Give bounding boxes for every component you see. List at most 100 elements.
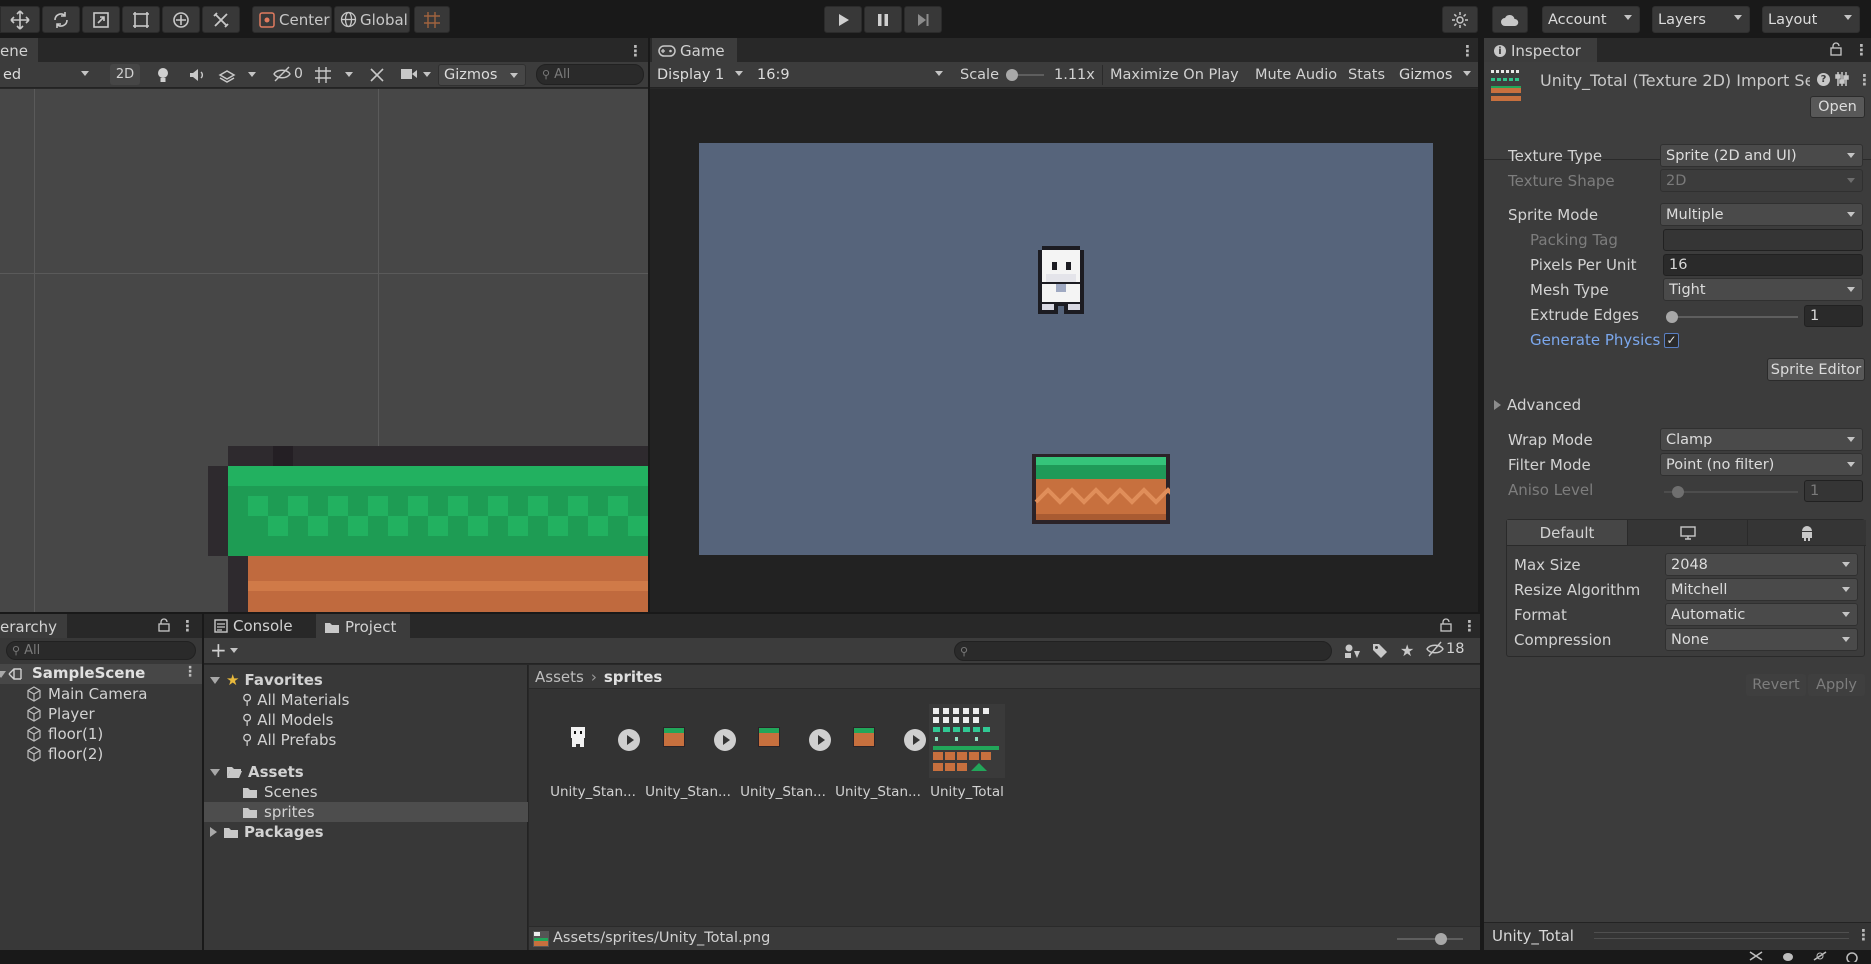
breadcrumb-root[interactable]: Assets [535, 668, 584, 686]
favorite-button[interactable]: ★ [1400, 641, 1414, 660]
more-menu-icon[interactable]: ⋮ [628, 42, 643, 60]
more-menu-icon[interactable]: ⋮ [1857, 71, 1871, 89]
toggle-2d-button[interactable]: 2D [110, 64, 140, 85]
scene-tools-toggle[interactable] [368, 66, 386, 84]
open-button[interactable]: Open [1810, 96, 1865, 118]
advanced-foldout[interactable]: Advanced [1494, 396, 1581, 414]
custom-tool-button[interactable] [202, 6, 240, 33]
preset-icon[interactable] [1835, 71, 1849, 87]
lock-icon[interactable] [1440, 618, 1452, 632]
tab-inspector[interactable]: i Inspector [1484, 38, 1597, 62]
expand-sprite-button[interactable] [809, 729, 831, 751]
stats-toggle[interactable]: Stats [1348, 63, 1385, 87]
platform-tab-standalone[interactable] [1627, 520, 1747, 546]
asset-thumb[interactable] [560, 722, 596, 752]
filter-by-type-button[interactable] [1344, 643, 1361, 659]
shading-mode-dropdown[interactable]: ed [0, 63, 96, 86]
account-dropdown[interactable]: Account [1542, 6, 1640, 33]
folder-item[interactable]: Scenes [242, 782, 318, 802]
thumbnail-size-slider[interactable] [1397, 933, 1463, 945]
lock-icon[interactable] [1830, 42, 1842, 56]
more-menu-icon[interactable]: ⋮ [1856, 926, 1871, 944]
game-viewport[interactable] [699, 143, 1433, 555]
ppu-input[interactable]: 16 [1663, 254, 1863, 276]
folder-item-selected[interactable]: sprites [204, 802, 528, 822]
grid-dropdown-icon[interactable] [345, 72, 353, 77]
extrude-slider-thumb[interactable] [1666, 311, 1678, 323]
favorites-item[interactable]: ⚲ All Materials [242, 690, 349, 710]
project-search-input[interactable]: ⚲ [954, 641, 1332, 661]
scale-tool-button[interactable] [82, 6, 120, 33]
tab-scene[interactable]: ene [0, 38, 38, 62]
asset-thumb[interactable] [846, 722, 882, 752]
rotate-tool-button[interactable] [42, 6, 80, 33]
asset-thumb[interactable] [656, 722, 692, 752]
tab-project[interactable]: Project [316, 614, 411, 638]
snap-grid-button[interactable] [414, 6, 450, 33]
aspect-dropdown[interactable]: 16:9 [752, 63, 950, 86]
lock-icon[interactable] [158, 618, 170, 632]
expand-sprite-button[interactable] [618, 729, 640, 751]
resize-algorithm-dropdown[interactable]: Mitchell [1665, 578, 1858, 601]
scene-gizmos-dropdown[interactable]: Gizmos [438, 64, 526, 86]
revert-button[interactable]: Revert [1746, 674, 1806, 696]
sprite-mode-dropdown[interactable]: Multiple [1660, 203, 1863, 226]
mesh-type-dropdown[interactable]: Tight [1663, 278, 1863, 301]
scene-search-input[interactable]: ⚲ All [536, 64, 644, 85]
extrude-slider[interactable] [1666, 311, 1798, 323]
lighting-toggle[interactable] [155, 66, 171, 84]
hierarchy-item[interactable]: Player [26, 704, 95, 724]
maximize-on-play-toggle[interactable]: Maximize On Play [1110, 63, 1239, 87]
asset-thumb[interactable] [751, 722, 787, 752]
pause-button[interactable] [864, 6, 902, 33]
play-button[interactable] [824, 6, 862, 33]
max-size-dropdown[interactable]: 2048 [1665, 553, 1858, 576]
more-menu-icon[interactable]: ⋮ [183, 664, 197, 680]
sprite-editor-button[interactable]: Sprite Editor [1767, 358, 1865, 381]
preview-drag-handle[interactable] [1594, 932, 1849, 939]
pivot-center-button[interactable]: Center [252, 6, 332, 33]
packing-tag-input[interactable] [1663, 229, 1863, 251]
game-gizmos-dropdown[interactable]: Gizmos [1394, 63, 1478, 86]
effects-toggle[interactable] [218, 66, 236, 84]
hidden-packages-toggle[interactable]: 18 [1426, 641, 1464, 657]
breadcrumb-current[interactable]: sprites [604, 668, 662, 686]
scale-slider-thumb[interactable] [1006, 69, 1018, 81]
format-dropdown[interactable]: Automatic [1665, 603, 1858, 626]
favorites-item[interactable]: ⚲ All Prefabs [242, 730, 336, 750]
extrude-input[interactable]: 1 [1804, 305, 1863, 327]
expand-sprite-button[interactable] [714, 729, 736, 751]
compression-dropdown[interactable]: None [1665, 628, 1858, 651]
camera-toggle[interactable] [400, 67, 431, 81]
create-button[interactable]: + [210, 640, 238, 660]
more-menu-icon[interactable]: ⋮ [180, 617, 195, 635]
debug-icon[interactable] [1748, 950, 1764, 962]
bug-icon[interactable] [1780, 950, 1796, 962]
apply-button[interactable]: Apply [1808, 674, 1865, 696]
wrap-mode-dropdown[interactable]: Clamp [1660, 428, 1863, 451]
cache-icon[interactable] [1844, 950, 1860, 962]
favorites-foldout[interactable]: ★ Favorites [210, 670, 323, 690]
asset-thumb-selected[interactable] [929, 704, 1005, 778]
effects-dropdown-icon[interactable] [248, 72, 256, 77]
platform-tab-default[interactable]: Default [1507, 520, 1627, 546]
help-icon[interactable]: ? [1817, 73, 1830, 86]
hierarchy-search-input[interactable]: ⚲ All [6, 641, 196, 660]
services-button[interactable] [1442, 6, 1478, 33]
step-button[interactable] [904, 6, 942, 33]
expand-sprite-button[interactable] [904, 729, 926, 751]
cloud-button[interactable] [1492, 6, 1528, 33]
audio-toggle[interactable] [188, 66, 206, 84]
hierarchy-item[interactable]: Main Camera [26, 684, 147, 704]
generate-physics-checkbox[interactable]: ✓ [1664, 333, 1679, 348]
transform-tool-button[interactable] [162, 6, 200, 33]
tab-game[interactable]: Game [652, 38, 737, 62]
more-menu-icon[interactable]: ⋮ [1854, 41, 1869, 59]
hierarchy-item[interactable]: floor(2) [26, 744, 103, 764]
pivot-global-button[interactable]: Global [334, 6, 410, 33]
visibility-toggle[interactable]: 0 [272, 65, 303, 83]
scale-slider[interactable] [1006, 69, 1044, 81]
platform-tab-android[interactable] [1747, 520, 1866, 546]
more-menu-icon[interactable]: ⋮ [1462, 617, 1477, 635]
packages-foldout[interactable]: Packages [210, 822, 324, 842]
